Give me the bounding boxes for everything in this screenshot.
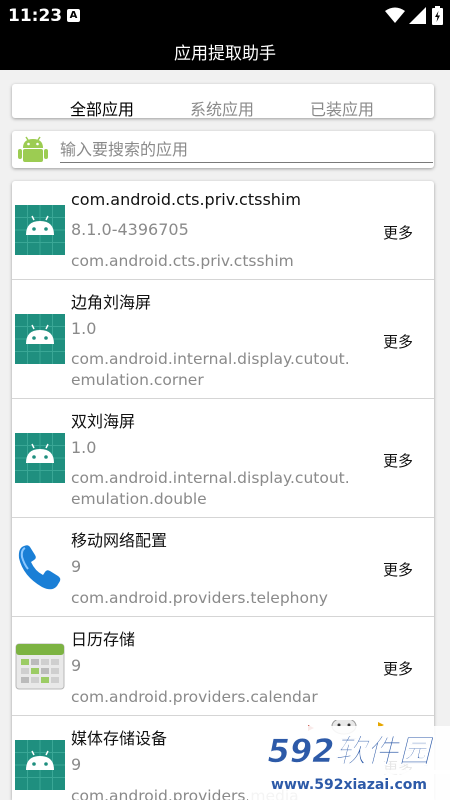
app-package: com.android.cts.priv.ctsshim [71, 252, 294, 270]
app-package: com.android.providers.telephony [71, 589, 328, 607]
app-name: 边角刘海屏 [71, 293, 152, 312]
list-item[interactable]: 移动网络配置 9 com.android.providers.telephony… [12, 518, 434, 617]
calendar-icon [15, 643, 65, 690]
list-item[interactable]: 边角刘海屏 1.0 com.android.internal.display.c… [12, 280, 434, 399]
wifi-icon [385, 7, 405, 23]
watermark-logo: 592软件园 www.592xiazai.com [248, 720, 450, 800]
phone-icon [18, 545, 61, 590]
tab-bar: 全部应用 系统应用 已装应用 [12, 84, 434, 120]
android-icon [15, 205, 65, 255]
app-version: 8.1.0-4396705 [71, 220, 189, 239]
tab-all-apps[interactable]: 全部应用 [70, 96, 134, 120]
app-name: 移动网络配置 [71, 531, 168, 550]
more-button[interactable]: 更多 [383, 450, 413, 471]
watermark-brand: 592软件园 [268, 732, 436, 770]
app-name: com.android.cts.priv.ctsshim [71, 190, 301, 209]
app-name: 日历存储 [71, 630, 136, 649]
status-time: 11:23 [8, 6, 63, 26]
battery-icon [432, 6, 443, 25]
android-icon [15, 433, 65, 483]
app-bar: 应用提取助手 [0, 34, 450, 70]
tab-system-apps[interactable]: 系统应用 [190, 96, 254, 120]
list-item[interactable]: 双刘海屏 1.0 com.android.internal.display.cu… [12, 399, 434, 518]
list-item[interactable]: com.android.cts.priv.ctsshim 8.1.0-43967… [12, 181, 434, 280]
app-version: 9 [71, 557, 82, 576]
more-button[interactable]: 更多 [383, 559, 413, 580]
app-name: 媒体存储设备 [71, 729, 168, 748]
app-package: com.android.internal.display.cutout. emu… [71, 469, 350, 508]
more-button[interactable]: 更多 [383, 658, 413, 679]
app-version: 1.0 [71, 319, 97, 338]
page-title: 应用提取助手 [174, 44, 276, 64]
search-input[interactable] [60, 136, 433, 163]
status-bar: 11:23 A [0, 0, 450, 34]
tab-installed-apps[interactable]: 已装应用 [310, 96, 374, 120]
android-robot-icon [18, 136, 48, 162]
app-package: com.android.providers.calendar [71, 688, 318, 706]
app-package: com.android.internal.display.cutout. emu… [71, 350, 350, 389]
app-version: 9 [71, 755, 82, 774]
app-version: 9 [71, 656, 82, 675]
watermark-url: www.592xiazai.com [271, 777, 427, 793]
android-icon [15, 314, 65, 364]
list-item[interactable]: 日历存储 9 com.android.providers.calendar 更多 [12, 617, 434, 716]
more-button[interactable]: 更多 [383, 331, 413, 352]
android-icon [15, 740, 65, 790]
notification-icon: A [67, 9, 80, 22]
search-bar [12, 131, 434, 168]
app-name: 双刘海屏 [71, 412, 136, 431]
more-button[interactable]: 更多 [383, 222, 413, 243]
app-list: com.android.cts.priv.ctsshim 8.1.0-43967… [12, 181, 434, 800]
signal-icon [409, 7, 426, 24]
app-version: 1.0 [71, 438, 97, 457]
